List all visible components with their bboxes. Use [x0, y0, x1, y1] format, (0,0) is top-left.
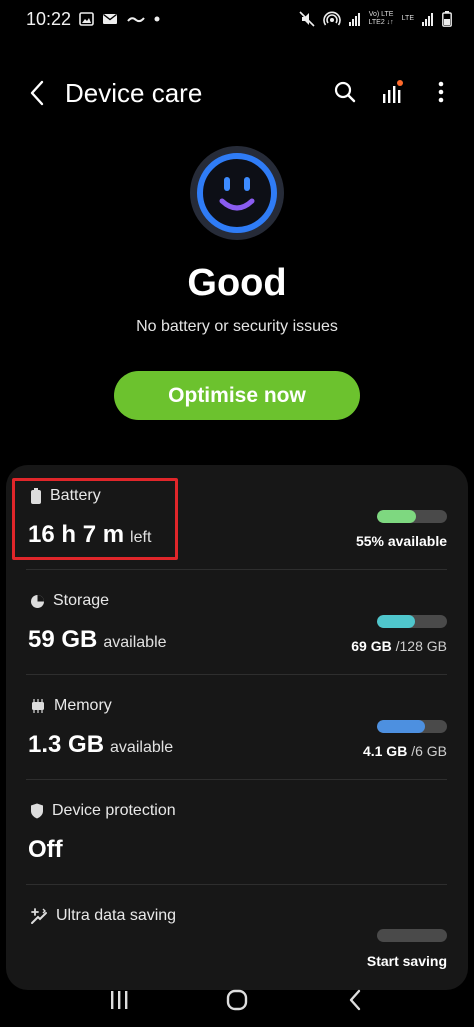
dot-icon	[154, 16, 160, 22]
battery-label-row: Battery	[30, 487, 101, 505]
shield-icon	[31, 803, 43, 819]
stats-button[interactable]	[380, 78, 406, 106]
protection-label-row: Device protection	[30, 802, 176, 820]
gallery-icon	[79, 12, 94, 26]
status-time: 10:22	[26, 8, 72, 29]
status-left: 10:22	[26, 9, 160, 30]
memory-label-row: Memory	[30, 697, 112, 715]
device-status: Good	[187, 262, 287, 304]
mail-icon	[102, 13, 118, 25]
data-saving-label: Ultra data saving	[56, 907, 177, 924]
data-saving-icon	[31, 908, 47, 924]
app-bar-actions	[332, 78, 454, 106]
memory-bar	[377, 720, 447, 733]
battery-bar	[377, 510, 447, 523]
memory-stat: 4.1 GB /6 GB	[363, 743, 447, 759]
battery-stat: 55% available	[355, 533, 447, 549]
search-icon	[334, 81, 356, 103]
battery-icon	[31, 488, 41, 504]
memory-used: 4.1 GB	[362, 743, 408, 759]
network-label-secondary: LTE	[401, 15, 414, 22]
start-saving-label: Start saving	[366, 953, 447, 969]
back-button[interactable]	[22, 78, 52, 108]
battery-icon	[442, 11, 452, 27]
storage-total: /128 GB	[395, 638, 447, 654]
battery-unit: left	[130, 529, 152, 546]
back-nav-button[interactable]	[335, 980, 375, 1020]
device-status-subtitle: No battery or security issues	[136, 318, 338, 335]
storage-used: 69 GB	[351, 638, 392, 654]
status-bar: 10:22 Vo) LTE LTE2 ↓↑ LTE	[0, 0, 474, 38]
protection-status: Off	[28, 836, 63, 863]
recents-button[interactable]	[99, 980, 139, 1020]
memory-total: /6 GB	[411, 743, 447, 759]
signal-icon	[348, 12, 361, 26]
storage-bar-fill	[377, 615, 415, 628]
memory-value: 1.3 GB available	[28, 731, 173, 759]
optimise-now-button[interactable]: Optimise now	[114, 371, 360, 420]
search-button[interactable]	[332, 78, 358, 106]
storage-stat: 69 GB /128 GB	[351, 638, 447, 654]
cloud-icon	[126, 14, 146, 24]
recents-icon	[111, 990, 128, 1009]
mute-icon	[298, 11, 315, 27]
home-button[interactable]	[217, 980, 257, 1020]
battery-value: 16 h 7 m left	[28, 521, 151, 549]
storage-available: 59 GB	[28, 626, 98, 653]
battery-time-left: 16 h 7 m	[28, 521, 125, 548]
pie-chart-icon	[31, 594, 44, 608]
protection-value: Off	[28, 836, 63, 864]
battery-bar-fill	[377, 510, 416, 523]
storage-label: Storage	[53, 592, 110, 609]
signal-icon	[422, 12, 434, 26]
storage-unit: available	[103, 634, 167, 651]
app-bar: Device care	[0, 64, 474, 120]
network-label: Vo) LTE LTE2 ↓↑	[369, 11, 394, 27]
smiley-icon	[197, 153, 277, 233]
storage-value: 59 GB available	[28, 626, 167, 654]
memory-unit: available	[110, 739, 174, 756]
protection-label: Device protection	[52, 802, 176, 819]
device-care-list: Battery 16 h 7 m left 55% available Stor…	[6, 465, 468, 990]
network-label-volte: Vo) LTE	[368, 11, 394, 18]
storage-bar	[377, 615, 447, 628]
hotspot-icon	[322, 11, 341, 27]
network-label-lte2: LTE2 ↓↑	[368, 19, 394, 26]
list-item-memory[interactable]: Memory 1.3 GB available 4.1 GB /6 GB	[6, 675, 468, 779]
data-saving-label-row: Ultra data saving	[30, 907, 176, 925]
list-item-storage[interactable]: Storage 59 GB available 69 GB /128 GB	[6, 570, 468, 674]
status-face	[190, 146, 284, 240]
chevron-left-icon	[30, 80, 44, 106]
memory-bar-fill	[377, 720, 425, 733]
memory-label: Memory	[54, 697, 112, 714]
storage-label-row: Storage	[30, 592, 109, 610]
more-options-button[interactable]	[428, 78, 454, 106]
stats-icon	[383, 80, 403, 103]
status-right: Vo) LTE LTE2 ↓↑ LTE	[298, 11, 452, 27]
navigation-bar	[0, 972, 474, 1027]
battery-label: Battery	[50, 487, 101, 504]
home-icon	[226, 989, 248, 1010]
more-icon	[438, 81, 444, 103]
memory-chip-icon	[32, 699, 44, 713]
data-saving-bar	[377, 929, 447, 942]
list-item-battery[interactable]: Battery 16 h 7 m left 55% available	[6, 465, 468, 569]
list-item-device-protection[interactable]: Device protection Off	[6, 780, 468, 884]
page-title: Device care	[65, 78, 203, 108]
back-icon	[349, 989, 361, 1010]
memory-available: 1.3 GB	[28, 731, 105, 758]
